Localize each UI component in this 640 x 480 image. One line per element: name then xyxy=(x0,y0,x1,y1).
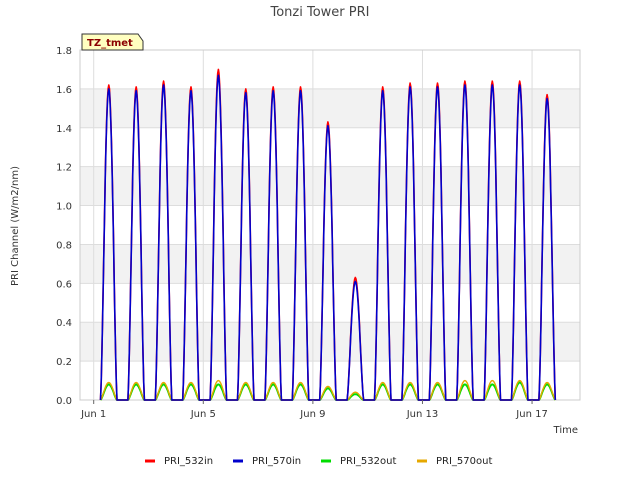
annotation-badge-text: TZ_tmet xyxy=(87,38,133,49)
y-tick-label: 1.2 xyxy=(56,163,72,174)
y-tick-label: 1.8 xyxy=(56,46,72,57)
y-tick-label: 1.6 xyxy=(56,85,72,96)
chart-background xyxy=(0,0,640,480)
y-tick-label: 1.0 xyxy=(56,202,72,213)
y-axis-label: PRI Channel (W/m2/nm) xyxy=(10,166,21,286)
grid-band xyxy=(80,88,580,128)
x-tick-label: Jun 1 xyxy=(80,409,106,420)
y-tick-label: 0.4 xyxy=(56,318,72,329)
annotation-badge: TZ_tmet xyxy=(81,33,144,51)
x-tick-label: Jun 5 xyxy=(190,409,216,420)
x-tick-label: Jun 13 xyxy=(406,409,439,420)
y-tick-label: 0.6 xyxy=(56,279,72,290)
x-axis-label: Time xyxy=(553,425,578,436)
grid-band xyxy=(80,244,580,284)
chart-title: Tonzi Tower PRI xyxy=(270,5,370,20)
y-tick-label: 0.0 xyxy=(56,396,72,407)
legend-label-PRI_570in: PRI_570in xyxy=(252,456,301,467)
grid-band xyxy=(80,322,580,362)
chart: Tonzi Tower PRI 0.0 0.2 0.4 0.6 0.8 1.0 1.2 1.4… xyxy=(0,0,640,480)
y-tick-label: 0.8 xyxy=(56,240,72,251)
y-tick-label: 0.2 xyxy=(56,357,72,368)
legend-label-PRI_532in: PRI_532in xyxy=(164,456,213,467)
x-tick-label: Jun 17 xyxy=(515,409,548,420)
legend-label-PRI_532out: PRI_532out xyxy=(340,456,396,467)
x-tick-label: Jun 9 xyxy=(299,409,325,420)
legend-label-PRI_570out: PRI_570out xyxy=(436,456,492,467)
y-tick-label: 1.4 xyxy=(56,124,72,135)
